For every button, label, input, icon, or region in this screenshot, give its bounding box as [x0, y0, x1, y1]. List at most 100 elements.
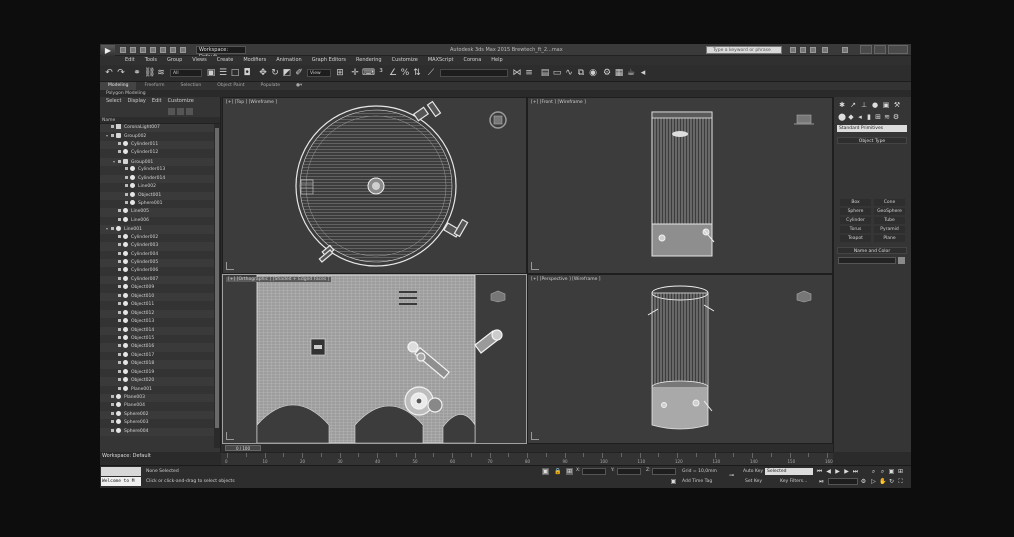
display-tab-icon[interactable]: ▣	[882, 101, 890, 109]
tree-item[interactable]: Object009	[100, 284, 214, 293]
hold-icon[interactable]	[180, 47, 186, 53]
tree-item[interactable]: Plane004	[100, 402, 214, 411]
lights-icon[interactable]: ◂	[856, 113, 864, 121]
tree-item[interactable]: Object014	[100, 326, 214, 335]
maximize-viewport-icon[interactable]: ⛶	[897, 478, 904, 485]
project-folder-icon[interactable]	[170, 47, 176, 53]
visibility-toggle-icon[interactable]	[118, 327, 121, 331]
visibility-toggle-icon[interactable]	[118, 159, 121, 163]
filter-icon[interactable]	[168, 108, 175, 115]
time-tag-icon[interactable]: ▣	[670, 478, 677, 485]
object-type-rollout[interactable]: Object Type	[837, 137, 907, 144]
select-manipulate-icon[interactable]: ✛	[350, 68, 360, 78]
viewcube-top[interactable]	[488, 110, 508, 130]
scale-icon[interactable]: ◩	[282, 68, 292, 78]
ribbon-options-icon[interactable]: ●▾	[288, 82, 310, 90]
explorer-menu-display[interactable]: Display	[127, 97, 145, 106]
ribbon-toggle-icon[interactable]: ▭	[552, 68, 562, 78]
goto-end-icon[interactable]: ⏭	[852, 468, 859, 475]
systems-icon[interactable]: ⚙	[892, 113, 900, 121]
motion-tab-icon[interactable]: ●	[871, 101, 879, 109]
tab-object-paint[interactable]: Object Paint	[209, 82, 252, 90]
menu-corona[interactable]: Corona	[459, 56, 487, 65]
workspace-dropdown[interactable]: Workspace: Default	[196, 46, 246, 60]
spacewarps-icon[interactable]: ≋	[883, 113, 891, 121]
visibility-toggle-icon[interactable]	[118, 209, 121, 213]
menu-views[interactable]: Views	[187, 56, 211, 65]
zoom-icon[interactable]: ⌕	[870, 468, 877, 475]
zoom-extents-all-icon[interactable]: ⊞	[897, 468, 904, 475]
curve-editor-icon[interactable]: ∿	[564, 68, 574, 78]
undo-icon[interactable]: ↶	[104, 68, 114, 78]
pan-icon[interactable]: ✋	[879, 478, 886, 485]
object-name-field[interactable]	[838, 257, 896, 264]
undo-icon[interactable]	[150, 47, 156, 53]
viewport-top[interactable]: [+] [Top ] [Wireframe ]	[222, 97, 527, 274]
add-time-tag[interactable]: Add Time Tag	[682, 479, 712, 484]
tree-item[interactable]: Sphere002	[100, 410, 214, 420]
visibility-toggle-icon[interactable]	[111, 403, 114, 407]
tree-item[interactable]: Object013	[100, 318, 214, 327]
visibility-toggle-icon[interactable]	[118, 293, 121, 297]
maxscript-listener[interactable]: Welcome to M	[101, 477, 141, 486]
material-editor-icon[interactable]: ◉	[588, 68, 598, 78]
set-key-button[interactable]: Set Key	[745, 479, 762, 484]
tree-item[interactable]: Object011	[100, 301, 214, 310]
rect-selection-icon[interactable]: □	[230, 68, 240, 78]
visibility-toggle-icon[interactable]	[118, 319, 121, 323]
tree-item[interactable]: Object020	[100, 377, 214, 386]
menu-rendering[interactable]: Rendering	[351, 56, 387, 65]
render-setup-icon[interactable]: ⚙	[602, 68, 612, 78]
favorites-icon[interactable]	[810, 47, 816, 53]
explorer-menu-customize[interactable]: Customize	[168, 97, 194, 106]
percent-snap-icon[interactable]: %	[400, 68, 410, 78]
geometry-icon[interactable]: ⬤	[838, 113, 846, 121]
tab-selection[interactable]: Selection	[173, 82, 210, 90]
explorer-menu-select[interactable]: Select	[106, 97, 121, 106]
scrollbar-thumb[interactable]	[215, 128, 219, 428]
tree-item[interactable]: Object018	[100, 360, 214, 369]
visibility-toggle-icon[interactable]	[111, 428, 114, 432]
tree-item[interactable]: Object017	[100, 351, 214, 361]
viewport-orthographic[interactable]: [+] [Orthographic ] [Shaded + Edged Face…	[222, 274, 527, 444]
time-slider-thumb[interactable]: 0 / 100	[225, 445, 261, 451]
visibility-toggle-icon[interactable]	[125, 200, 128, 204]
explorer-scrollbar[interactable]	[214, 124, 220, 448]
link-icon[interactable]: ⚭	[132, 68, 142, 78]
tree-item[interactable]: Cylinder013	[100, 166, 214, 175]
visibility-toggle-icon[interactable]	[118, 276, 121, 280]
create-cone-button[interactable]: Cone	[874, 199, 905, 206]
viewcube-perspective[interactable]	[794, 289, 814, 303]
modify-tab-icon[interactable]: ↗	[849, 101, 857, 109]
tree-item[interactable]: ▾ Group002	[100, 132, 214, 141]
snaps-toggle-icon[interactable]: ³	[376, 68, 386, 78]
maxscript-listener-top[interactable]	[101, 467, 141, 476]
tree-item[interactable]: Cylinder003	[100, 242, 214, 251]
visibility-toggle-icon[interactable]	[118, 386, 121, 390]
visibility-toggle-icon[interactable]	[111, 395, 114, 398]
tree-item[interactable]: Cylinder014	[100, 174, 214, 184]
explorer-column-name[interactable]: Name	[100, 117, 220, 124]
goto-start-icon[interactable]: ⏮	[816, 468, 823, 475]
tree-item[interactable]: Object012	[100, 309, 214, 319]
create-teapot-button[interactable]: Teapot	[840, 235, 871, 242]
visibility-toggle-icon[interactable]	[118, 310, 121, 314]
edit-named-selection-icon[interactable]: ⟋	[426, 68, 436, 78]
pivot-center-icon[interactable]: ⊞	[335, 68, 345, 78]
place-icon[interactable]: ✐	[294, 68, 304, 78]
ribbon-panel-label[interactable]: Polygon Modeling	[100, 90, 911, 97]
zoom-extents-icon[interactable]: ▣	[888, 468, 895, 475]
workspace-bar[interactable]: Workspace: Default	[100, 452, 221, 461]
unlink-icon[interactable]: ⛓	[144, 68, 155, 78]
open-file-icon[interactable]	[130, 47, 136, 53]
key-filters-button[interactable]: Key Filters...	[780, 479, 807, 484]
tree-item[interactable]: Line006	[100, 216, 214, 226]
menu-create[interactable]: Create	[212, 56, 239, 65]
viewcube-front[interactable]	[794, 112, 814, 126]
infocenter-icon[interactable]	[790, 47, 796, 53]
play-icon[interactable]: ▶	[834, 468, 841, 475]
menu-customize[interactable]: Customize	[387, 56, 423, 65]
layer-icon[interactable]	[177, 108, 184, 115]
minimize-button[interactable]	[860, 45, 872, 54]
tree-item[interactable]: Sphere004	[100, 427, 214, 437]
